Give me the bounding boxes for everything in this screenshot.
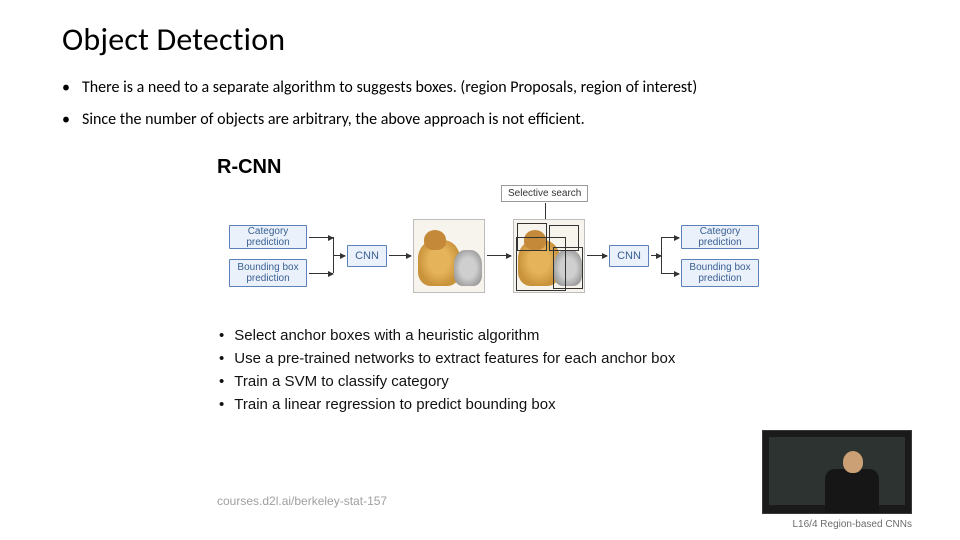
subslide-bullets: Select anchor boxes with a heuristic alg… <box>195 327 785 413</box>
arrow <box>587 255 607 256</box>
box-selective-search: Selective search <box>501 185 588 202</box>
arrow <box>651 255 661 256</box>
arrow <box>389 255 411 256</box>
sub-bullet-item: Train a linear regression to predict bou… <box>215 396 785 413</box>
subslide-footer: courses.d2l.ai/berkeley-stat-157 <box>217 494 387 508</box>
bullet-list: There is a need to a separate algorithm … <box>48 75 912 132</box>
bullet-item: Since the number of objects are arbitrar… <box>62 107 912 133</box>
slide: Object Detection There is a need to a se… <box>0 0 960 540</box>
box-cnn-left: CNN <box>347 245 387 267</box>
image-input-full <box>413 219 485 293</box>
sub-bullet-item: Select anchor boxes with a heuristic alg… <box>215 327 785 344</box>
arrow <box>333 255 345 256</box>
subslide-title: R-CNN <box>217 156 785 179</box>
arrow <box>487 255 511 256</box>
sub-bullet-item: Use a pre-trained networks to extract fe… <box>215 350 785 367</box>
sub-bullet-item: Train a SVM to classify category <box>215 373 785 390</box>
arrow <box>661 237 662 273</box>
arrow <box>309 237 333 238</box>
connector <box>545 203 546 219</box>
arrow <box>661 273 679 274</box>
box-cnn-right: CNN <box>609 245 649 267</box>
rcnn-diagram: Category prediction Bounding box predict… <box>229 183 769 319</box>
arrow <box>661 237 679 238</box>
image-input-rois <box>513 219 585 293</box>
person-head <box>843 451 863 473</box>
box-bbox-pred-left: Bounding box prediction <box>229 259 307 287</box>
bullet-item: There is a need to a separate algorithm … <box>62 75 912 101</box>
person-body <box>825 469 879 514</box>
box-bbox-pred-right: Bounding box prediction <box>681 259 759 287</box>
box-category-pred-right: Category prediction <box>681 225 759 249</box>
video-caption: L16/4 Region-based CNNs <box>792 519 912 530</box>
arrow <box>309 273 333 274</box>
box-category-pred-left: Category prediction <box>229 225 307 249</box>
lecturer-video-thumbnail <box>762 430 912 514</box>
page-title: Object Detection <box>62 20 912 59</box>
embedded-slide: R-CNN Category prediction Bounding box p… <box>195 150 785 510</box>
